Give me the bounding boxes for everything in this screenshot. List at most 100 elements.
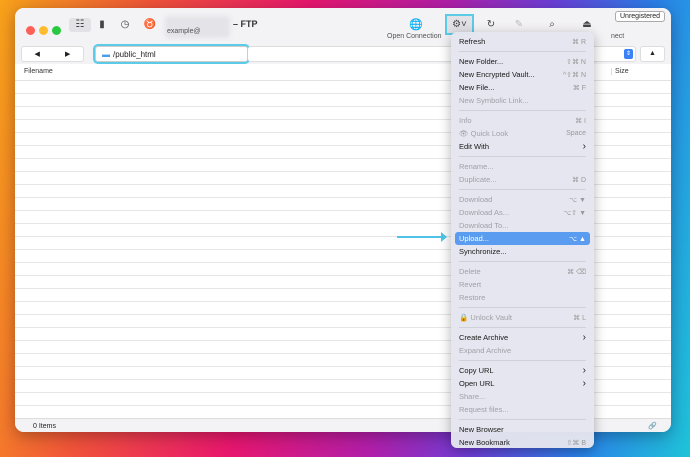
menu-item-new-browser[interactable]: New Browser bbox=[455, 423, 590, 436]
menu-item-shortcut: ⇧⌘ N bbox=[566, 58, 586, 66]
menu-item-label: Synchronize... bbox=[459, 247, 507, 256]
menu-item-label: New Bookmark bbox=[459, 438, 510, 447]
menu-item-label: New Encrypted Vault... bbox=[459, 70, 535, 79]
menu-item-shortcut: ⌘ I bbox=[575, 117, 586, 125]
menu-item-label: 👁 Quick Look bbox=[459, 129, 509, 138]
menu-item-shortcut: › bbox=[582, 332, 586, 343]
menu-item-delete: Delete ⌘ ⌫ bbox=[455, 265, 590, 278]
menu-item-copy-url[interactable]: Copy URL › bbox=[455, 364, 590, 377]
menu-item-label: Upload... bbox=[459, 234, 490, 243]
back-button[interactable]: ◀ bbox=[35, 50, 40, 58]
menu-separator bbox=[455, 416, 590, 423]
menu-item-shortcut: ⌥ ▼ bbox=[569, 196, 586, 204]
menu-item-upload[interactable]: Upload... ⌥ ▲ bbox=[455, 232, 590, 245]
menu-item-label: Refresh bbox=[459, 37, 486, 46]
disconnect-label[interactable]: nect bbox=[611, 33, 624, 40]
bonjour-icon[interactable]: ♉ bbox=[143, 18, 157, 32]
unregistered-badge[interactable]: Unregistered bbox=[615, 11, 666, 22]
menu-item-edit-with[interactable]: Edit With › bbox=[455, 140, 590, 153]
folder-icon: ▬ bbox=[102, 49, 110, 59]
minimize-button[interactable] bbox=[39, 26, 48, 35]
menu-item-quick-look: 👁 Quick Look Space bbox=[455, 127, 590, 140]
menu-item-shortcut: ⌥⇧ ▼ bbox=[563, 209, 586, 217]
lock-icon: 🔗 bbox=[648, 423, 657, 430]
menu-item-label: Expand Archive bbox=[459, 346, 512, 355]
menu-item-label: Download As... bbox=[459, 208, 510, 217]
menu-item-shortcut: ⌘ ⌫ bbox=[567, 268, 586, 276]
menu-item-shortcut: › bbox=[582, 378, 586, 389]
menu-item-shortcut: ⇧⌘ B bbox=[566, 439, 586, 447]
size-column[interactable]: Size bbox=[611, 68, 629, 75]
path-field[interactable]: ▬/public_html bbox=[93, 44, 250, 64]
menu-item-revert: Revert bbox=[455, 278, 590, 291]
menu-separator bbox=[455, 357, 590, 364]
menu-item-shortcut: ⌘ F bbox=[572, 84, 586, 92]
menu-item-label: Download To... bbox=[459, 221, 509, 230]
menu-item-shortcut: Space bbox=[566, 130, 586, 137]
menu-item-label: New Folder... bbox=[459, 57, 504, 66]
menu-item-download-to: Download To... bbox=[455, 219, 590, 232]
menu-separator bbox=[455, 324, 590, 331]
menu-separator bbox=[455, 48, 590, 55]
filename-column[interactable]: Filename bbox=[24, 68, 53, 75]
menu-item-label: Info bbox=[459, 116, 472, 125]
menu-item-label: Copy URL bbox=[459, 366, 494, 375]
menu-item-new-symbolic-link: New Symbolic Link... bbox=[455, 94, 590, 107]
bookmarks-icon[interactable]: ▮ bbox=[95, 18, 109, 32]
history-icon[interactable]: ◷ bbox=[118, 18, 132, 32]
select-arrows-icon: ⇕ bbox=[624, 49, 633, 59]
menu-item-share: Share... bbox=[455, 390, 590, 403]
menu-separator bbox=[455, 153, 590, 160]
menu-item-label: Create Archive bbox=[459, 333, 509, 342]
menu-item-new-folder[interactable]: New Folder... ⇧⌘ N bbox=[455, 55, 590, 68]
zoom-button[interactable] bbox=[52, 26, 61, 35]
menu-item-restore: Restore bbox=[455, 291, 590, 304]
browser-view-icon[interactable]: ☷ bbox=[69, 18, 91, 32]
menu-item-label: New File... bbox=[459, 83, 495, 92]
history-nav: ◀ ▶ bbox=[21, 46, 84, 62]
menu-item-synchronize[interactable]: Synchronize... bbox=[455, 245, 590, 258]
forward-button[interactable]: ▶ bbox=[65, 50, 70, 58]
menu-item-download-as: Download As... ⌥⇧ ▼ bbox=[455, 206, 590, 219]
menu-item-label: Download bbox=[459, 195, 493, 204]
menu-item-shortcut: ^⇧⌘ N bbox=[562, 71, 586, 79]
annotation-arrow bbox=[397, 232, 447, 242]
menu-item-shortcut: › bbox=[582, 141, 586, 152]
menu-item-label: Share... bbox=[459, 392, 486, 401]
action-menu: Refresh ⌘ R New Folder... ⇧⌘ N New Encrypted… bbox=[451, 32, 594, 448]
menu-item-label: Revert bbox=[459, 280, 482, 289]
menu-item-label: Rename... bbox=[459, 162, 494, 171]
menu-item-expand-archive: Expand Archive bbox=[455, 344, 590, 357]
menu-item-label: 🔒 Unlock Vault bbox=[459, 313, 512, 322]
menu-item-create-archive[interactable]: Create Archive › bbox=[455, 331, 590, 344]
open-connection-label[interactable]: Open Connection bbox=[387, 33, 441, 40]
menu-separator bbox=[455, 107, 590, 114]
menu-item-new-encrypted-vault[interactable]: New Encrypted Vault... ^⇧⌘ N bbox=[455, 68, 590, 81]
disconnect-icon[interactable]: ⏏ bbox=[580, 18, 594, 32]
menu-item-shortcut: ⌥ ▲ bbox=[569, 235, 586, 243]
menu-item-rename: Rename... bbox=[455, 160, 590, 173]
menu-item-refresh[interactable]: Refresh ⌘ R bbox=[455, 35, 590, 48]
action-gear-icon[interactable]: ⚙˅ bbox=[445, 14, 474, 35]
search-icon[interactable]: ⌕ bbox=[545, 18, 559, 32]
open-connection-icon[interactable]: 🌐 bbox=[408, 18, 424, 32]
menu-item-label: Duplicate... bbox=[459, 175, 497, 184]
menu-item-label: Open URL bbox=[459, 379, 495, 388]
menu-item-new-file[interactable]: New File... ⌘ F bbox=[455, 81, 590, 94]
item-count: 0 Items bbox=[33, 423, 56, 430]
menu-item-request-files: Request files... bbox=[455, 403, 590, 416]
menu-item-shortcut: › bbox=[582, 365, 586, 376]
parent-folder-button[interactable]: ▲ bbox=[640, 46, 665, 62]
menu-separator bbox=[455, 304, 590, 311]
menu-item-label: Restore bbox=[459, 293, 486, 302]
menu-item-new-bookmark[interactable]: New Bookmark ⇧⌘ B bbox=[455, 436, 590, 449]
window-subtitle: example@ bbox=[167, 28, 201, 35]
refresh-icon[interactable]: ↻ bbox=[484, 18, 498, 32]
menu-item-open-url[interactable]: Open URL › bbox=[455, 377, 590, 390]
edit-icon[interactable]: ✎ bbox=[512, 18, 526, 32]
menu-item-unlock-vault: 🔒 Unlock Vault ⌘ L bbox=[455, 311, 590, 324]
menu-item-info: Info ⌘ I bbox=[455, 114, 590, 127]
path-value: /public_html bbox=[113, 49, 156, 59]
menu-item-download: Download ⌥ ▼ bbox=[455, 193, 590, 206]
close-button[interactable] bbox=[26, 26, 35, 35]
